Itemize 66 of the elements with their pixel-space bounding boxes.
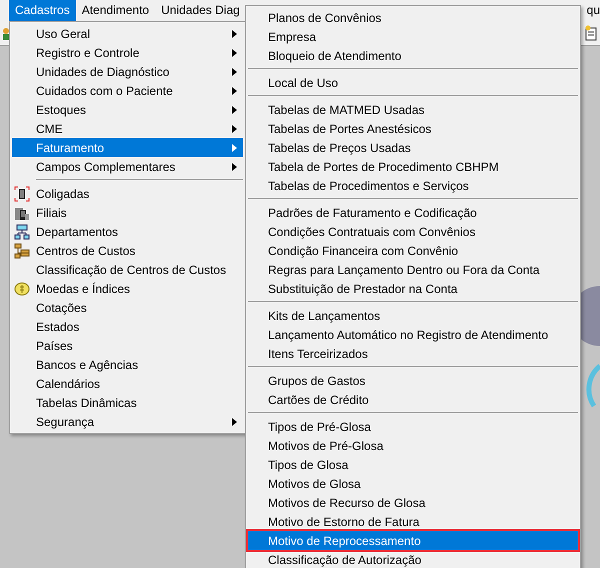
menu-item[interactable]: Tipos de Pré-Glosa (248, 417, 578, 436)
menu-item[interactable]: CME (12, 119, 243, 138)
building-icon (14, 186, 30, 202)
menu-bar-item[interactable]: Cadastros (9, 0, 76, 21)
menu-item[interactable]: Motivos de Glosa (248, 474, 578, 493)
menu-item[interactable]: Campos Complementares (12, 157, 243, 176)
menu-item[interactable]: Unidades de Diagnóstico (12, 62, 243, 81)
submenu-arrow-icon (232, 418, 237, 426)
document-icon[interactable] (584, 25, 598, 41)
coin-icon (14, 280, 30, 296)
menu-item[interactable]: Grupos de Gastos (248, 371, 578, 390)
menu-item[interactable]: Condição Financeira com Convênio (248, 241, 578, 260)
menu-item[interactable]: Bancos e Agências (12, 355, 243, 374)
coin-stack-icon (14, 242, 30, 258)
menu-item[interactable]: Moedas e Índices (12, 279, 243, 298)
menu-item[interactable]: Filiais (12, 203, 243, 222)
menu-item[interactable]: Planos de Convênios (248, 8, 578, 27)
menu-item[interactable]: Estoques (12, 100, 243, 119)
submenu-arrow-icon (232, 48, 237, 56)
menu-item[interactable]: Kits de Lançamentos (248, 306, 578, 325)
menu-item[interactable]: Uso Geral (12, 24, 243, 43)
menu-item[interactable]: Cuidados com o Paciente (12, 81, 243, 100)
menu-item[interactable]: Motivos de Recurso de Glosa (248, 493, 578, 512)
menu-item[interactable]: Tipos de Glosa (248, 455, 578, 474)
menu-item[interactable]: Tabelas Dinâmicas (12, 393, 243, 412)
menu-item[interactable]: Cotações (12, 298, 243, 317)
submenu-arrow-icon (232, 124, 237, 132)
menu-item[interactable]: Itens Terceirizados (248, 344, 578, 363)
submenu-arrow-icon (232, 68, 237, 76)
menu-item[interactable]: Faturamento (12, 138, 243, 157)
submenu-arrow-icon (232, 86, 237, 94)
menu-item[interactable]: Estados (12, 317, 243, 336)
menu-item[interactable]: Registro e Controle (12, 43, 243, 62)
submenu-arrow-icon (232, 144, 237, 152)
menu-item[interactable]: Substituição de Prestador na Conta (248, 279, 578, 298)
menu-item[interactable]: Calendários (12, 374, 243, 393)
menu-item[interactable]: Padrões de Faturamento e Codificação (248, 203, 578, 222)
org-chart-icon (14, 224, 30, 240)
menu-item[interactable]: Coligadas (12, 184, 243, 203)
menu-item[interactable]: Tabela de Portes de Procedimento CBHPM (248, 157, 578, 176)
menu-item[interactable]: Bloqueio de Atendimento (248, 46, 578, 65)
menu-item[interactable]: Regras para Lançamento Dentro ou Fora da Conta (248, 260, 578, 279)
menu-item[interactable]: Classificação de Centros de Custos (12, 260, 243, 279)
menu-item[interactable]: Tabelas de Portes Anestésicos (248, 119, 578, 138)
menu-item[interactable]: Tabelas de Procedimentos e Serviços (248, 176, 578, 195)
menu-item[interactable]: Departamentos (12, 222, 243, 241)
menu-item[interactable]: Tabelas de MATMED Usadas (248, 100, 578, 119)
menu-item[interactable]: Países (12, 336, 243, 355)
menu-item[interactable]: Lançamento Automático no Registro de Atendimento (248, 325, 578, 344)
menu-item[interactable]: Segurança (12, 412, 243, 431)
menu-bar-item[interactable]: qu (586, 0, 600, 21)
menu-item[interactable]: Tabelas de Preços Usadas (248, 138, 578, 157)
menu-bar-item[interactable]: Unidades Diag (155, 0, 246, 21)
submenu-arrow-icon (232, 106, 237, 114)
menu-item[interactable]: Cartões de Crédito (248, 390, 578, 409)
menu-bar-item[interactable]: Atendimento (76, 0, 156, 21)
menu-item[interactable]: Motivos de Pré-Glosa (248, 436, 578, 455)
menu-item[interactable]: Condições Contratuais com Convênios (248, 222, 578, 241)
menu-item[interactable]: Motivo de Reprocessamento (248, 531, 578, 550)
submenu-arrow-icon (232, 162, 237, 170)
submenu-arrow-icon (232, 30, 237, 38)
menu-item[interactable]: Motivo de Estorno de Fatura (248, 512, 578, 531)
menu-item[interactable]: Classificação de Autorização (248, 550, 578, 568)
menu-item[interactable]: Empresa (248, 27, 578, 46)
menu-item[interactable]: Local de Uso (248, 73, 578, 92)
menu-item[interactable]: Centros de Custos (12, 241, 243, 260)
